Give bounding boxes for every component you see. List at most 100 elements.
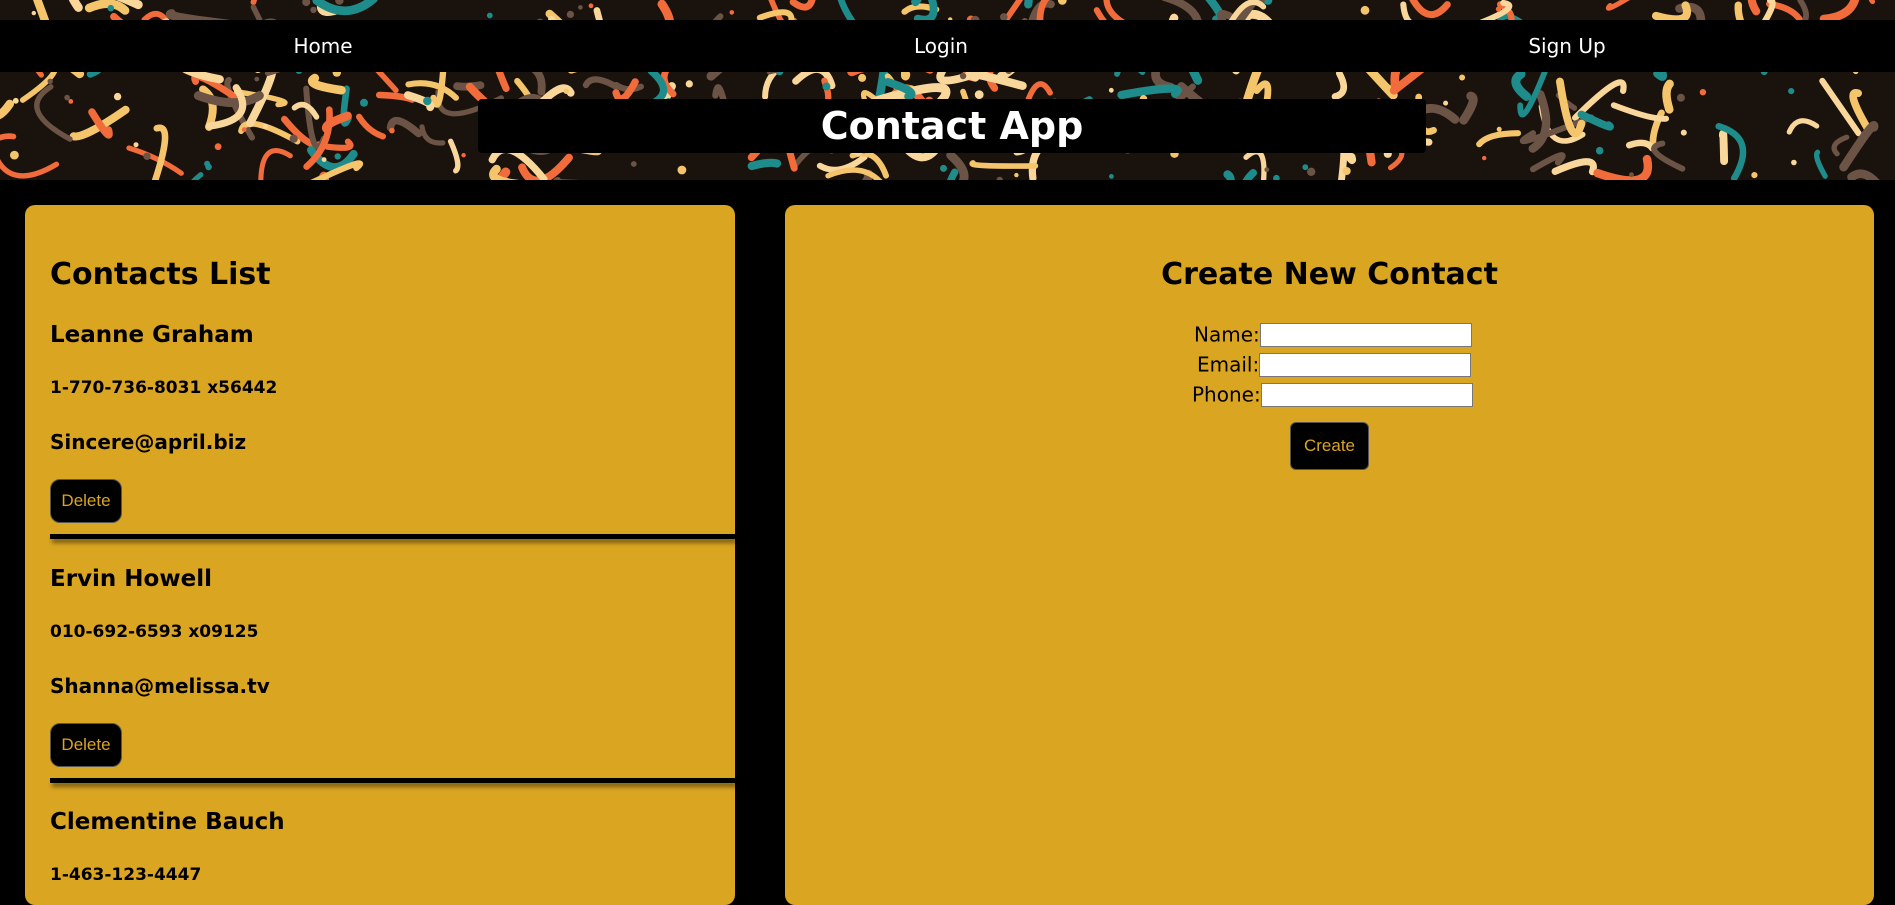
pattern-dot <box>461 153 465 157</box>
pattern-dot <box>1459 75 1465 81</box>
name-label: Name: <box>1194 323 1260 347</box>
pattern-dot <box>1273 175 1280 180</box>
pattern-dot <box>290 135 298 143</box>
contact-divider <box>50 534 735 539</box>
pattern-dot <box>1677 94 1685 102</box>
pattern-squiggle <box>1789 121 1816 132</box>
pattern-squiggle <box>359 117 383 137</box>
pattern-squiggle <box>1411 0 1447 15</box>
pattern-dot <box>1751 172 1757 178</box>
pattern-squiggle <box>89 4 125 11</box>
pattern-dot <box>254 77 259 82</box>
pattern-dot <box>1343 167 1351 175</box>
create-contact-heading: Create New Contact <box>785 257 1874 292</box>
delete-contact-button[interactable]: Delete <box>50 479 122 523</box>
pattern-squiggle <box>261 151 291 180</box>
nav-signup-link[interactable]: Sign Up <box>1528 34 1605 58</box>
pattern-squiggle <box>1464 96 1474 120</box>
name-input[interactable] <box>1260 323 1472 347</box>
pattern-squiggle <box>1656 5 1687 19</box>
pattern-squiggle <box>1654 144 1682 169</box>
pattern-dot <box>10 151 19 160</box>
pattern-dot <box>1496 6 1501 11</box>
email-input[interactable] <box>1259 353 1471 377</box>
top-navbar: Home Login Sign Up <box>0 20 1895 72</box>
pattern-dot <box>1791 160 1797 166</box>
pattern-squiggle <box>1752 0 1757 11</box>
pattern-squiggle <box>1853 93 1867 128</box>
pattern-dot <box>975 90 984 99</box>
pattern-squiggle <box>1723 134 1724 161</box>
pattern-dot <box>1264 167 1269 172</box>
create-contact-button[interactable]: Create <box>1290 422 1369 470</box>
pattern-dot <box>678 166 687 175</box>
pattern-dot <box>242 127 247 132</box>
email-form-row: Email: <box>1197 351 1471 377</box>
contacts-list-panel: Contacts List Leanne Graham 1-770-736-80… <box>25 205 735 905</box>
contact-name: Leanne Graham <box>50 322 254 348</box>
pattern-squiggle <box>914 0 927 3</box>
pattern-squiggle <box>253 0 289 2</box>
contact-email: Sincere@april.biz <box>50 430 246 454</box>
pattern-squiggle <box>155 128 165 180</box>
pattern-dot <box>64 95 70 101</box>
contact-phone: 010-692-6593 x09125 <box>50 622 258 642</box>
pattern-dot <box>564 89 569 94</box>
pattern-dot <box>1109 88 1114 93</box>
pattern-dot <box>1788 88 1794 94</box>
contact-name: Clementine Bauch <box>50 809 285 835</box>
pattern-dot <box>1482 156 1486 160</box>
pattern-squiggle <box>1824 0 1856 19</box>
pattern-dot <box>143 153 150 160</box>
contacts-list-heading: Contacts List <box>50 257 271 292</box>
pattern-dot <box>360 99 368 107</box>
pattern-squiggle <box>1479 133 1518 144</box>
pattern-squiggle <box>0 158 56 176</box>
app-title-box: Contact App <box>478 99 1426 153</box>
contact-name: Ervin Howell <box>50 566 212 592</box>
pattern-squiggle <box>1209 174 1230 180</box>
pattern-dot <box>567 11 574 18</box>
pattern-dot <box>940 165 947 172</box>
pattern-squiggle <box>422 127 443 143</box>
pattern-squiggle <box>1666 84 1669 110</box>
nav-login-link[interactable]: Login <box>914 34 968 58</box>
pattern-squiggle <box>586 79 616 86</box>
create-contact-panel: Create New Contact Name: Email: Phone: C… <box>785 205 1874 905</box>
pattern-dot <box>997 177 1003 180</box>
nav-home-link[interactable]: Home <box>293 34 352 58</box>
pattern-dot <box>1629 172 1634 177</box>
pattern-dot <box>1681 130 1687 136</box>
pattern-dot <box>134 142 139 147</box>
pattern-dot <box>1700 89 1706 95</box>
pattern-squiggle <box>327 142 350 148</box>
phone-input[interactable] <box>1261 383 1473 407</box>
contact-phone: 1-770-736-8031 x56442 <box>50 378 277 398</box>
pattern-dot <box>578 5 583 10</box>
app-title: Contact App <box>478 104 1426 148</box>
pattern-dot <box>322 157 327 162</box>
pattern-squiggle <box>752 163 777 166</box>
pattern-dot <box>730 10 735 15</box>
pattern-dot <box>686 80 693 87</box>
pattern-squiggle <box>948 172 955 180</box>
pattern-squiggle <box>317 0 374 11</box>
delete-contact-button[interactable]: Delete <box>50 723 122 767</box>
pattern-dot <box>204 161 210 167</box>
pattern-dot <box>335 153 341 159</box>
pattern-dot <box>858 74 866 82</box>
pattern-dot <box>1443 101 1448 106</box>
pattern-squiggle <box>1852 174 1881 180</box>
pattern-squiggle <box>312 78 341 90</box>
pattern-squiggle <box>1864 0 1873 2</box>
pattern-dot <box>1497 127 1502 132</box>
pattern-squiggle <box>1598 159 1648 180</box>
pattern-dot <box>1302 164 1308 170</box>
pattern-squiggle <box>129 148 181 173</box>
pattern-dot <box>389 128 395 134</box>
pattern-dot <box>589 3 594 8</box>
pattern-dot <box>215 143 222 150</box>
pattern-dot <box>487 13 493 19</box>
pattern-squiggle <box>1834 137 1847 154</box>
pattern-squiggle <box>828 170 888 180</box>
